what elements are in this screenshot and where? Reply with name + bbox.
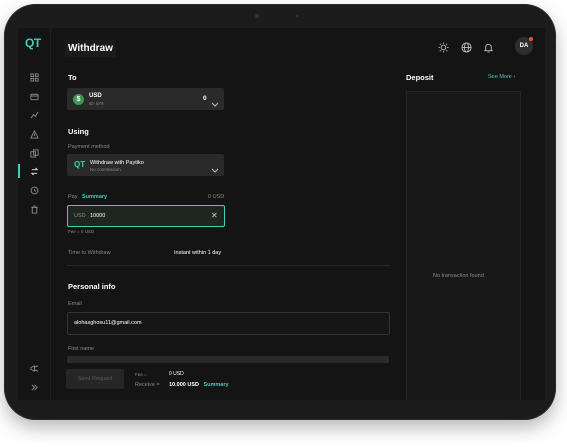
deposit-empty-text: No transaction found [433,273,484,279]
see-more-link[interactable]: See More › [488,74,515,80]
tablet-frame: QT Withdraw DA To $ USD ID: 679 0 Using … [4,4,556,420]
app-screen: QT Withdraw DA To $ USD ID: 679 0 Using … [18,28,545,400]
chevron-down-icon [211,161,219,179]
amount-input[interactable]: USD 10000 ✕ [67,205,225,227]
pay-label: Pay Summary [68,194,108,200]
payment-method-label: Payment method [68,144,110,150]
currency-name: USD [89,93,102,99]
bottom-bar: Send Request Fee = 0 USD Receive = 10.00… [51,363,403,400]
app-logo[interactable]: QT [25,36,41,50]
sensor [296,15,298,17]
globe-icon[interactable] [460,41,472,53]
clear-icon[interactable]: ✕ [211,211,218,220]
email-label: Email [68,301,82,307]
deposit-panel: No transaction found [406,91,521,400]
dashboard-icon[interactable] [27,70,41,84]
to-label: To [68,73,77,82]
pay-summary-link[interactable]: Summary [82,194,107,200]
expand-sidebar-icon[interactable] [27,380,41,394]
notification-dot [529,37,533,41]
chevron-down-icon [211,95,219,113]
dollar-icon: $ [73,94,84,105]
theme-toggle-icon[interactable] [437,41,449,53]
fee-value: 0 USD [169,371,184,377]
megaphone-icon[interactable] [27,361,41,375]
receive-value: 10.000 USD Summary [169,382,229,388]
personal-info-label: Personal info [68,282,116,291]
chevron-right-icon: › [513,74,516,80]
method-sub: No commission [90,167,121,172]
divider [67,265,390,266]
fee-label: Fee = [135,372,147,377]
camera [255,14,259,18]
time-value: Instant within 1 day [174,250,222,256]
method-logo: QT [74,160,86,169]
warning-icon[interactable] [27,127,41,141]
page-title: Withdraw [65,40,116,57]
currency-select[interactable]: $ USD ID: 679 0 [67,88,224,110]
using-label: Using [68,127,89,136]
user-avatar[interactable]: DA [515,37,533,55]
time-label: Time to Withdraw [68,250,111,256]
chart-icon[interactable] [27,108,41,122]
sidebar-active-indicator [18,164,20,178]
method-name: Withdraw with Paytiko [90,160,144,166]
history-icon[interactable] [27,183,41,197]
email-value: alohasghosu11@gmail.com [74,320,142,326]
transfer-icon[interactable] [27,164,41,178]
bell-icon[interactable] [482,41,494,53]
sidebar: QT [18,28,51,400]
receive-summary-link[interactable]: Summary [204,382,229,388]
payment-method-select[interactable]: QT Withdraw with Paytiko No commission [67,154,224,176]
currency-balance: 0 [203,95,207,102]
copy-icon[interactable] [27,146,41,160]
avatar-initials: DA [519,43,529,49]
wallet-icon[interactable] [27,89,41,103]
send-request-button[interactable]: Send Request [66,369,124,389]
receive-label: Receive = [135,382,160,388]
pay-amount-right: 0 USD [208,194,225,200]
amount-value: 10000 [90,213,106,219]
currency-id: ID: 679 [89,101,104,106]
fee-note: Fee = 0 USD [68,229,95,234]
first-name-label: First name [68,346,94,352]
amount-currency-prefix: USD [74,213,86,219]
deposit-title: Deposit [406,73,434,82]
email-field[interactable]: alohasghosu11@gmail.com [67,312,390,335]
top-bar: Withdraw DA [51,28,545,68]
trash-icon[interactable] [27,202,41,216]
